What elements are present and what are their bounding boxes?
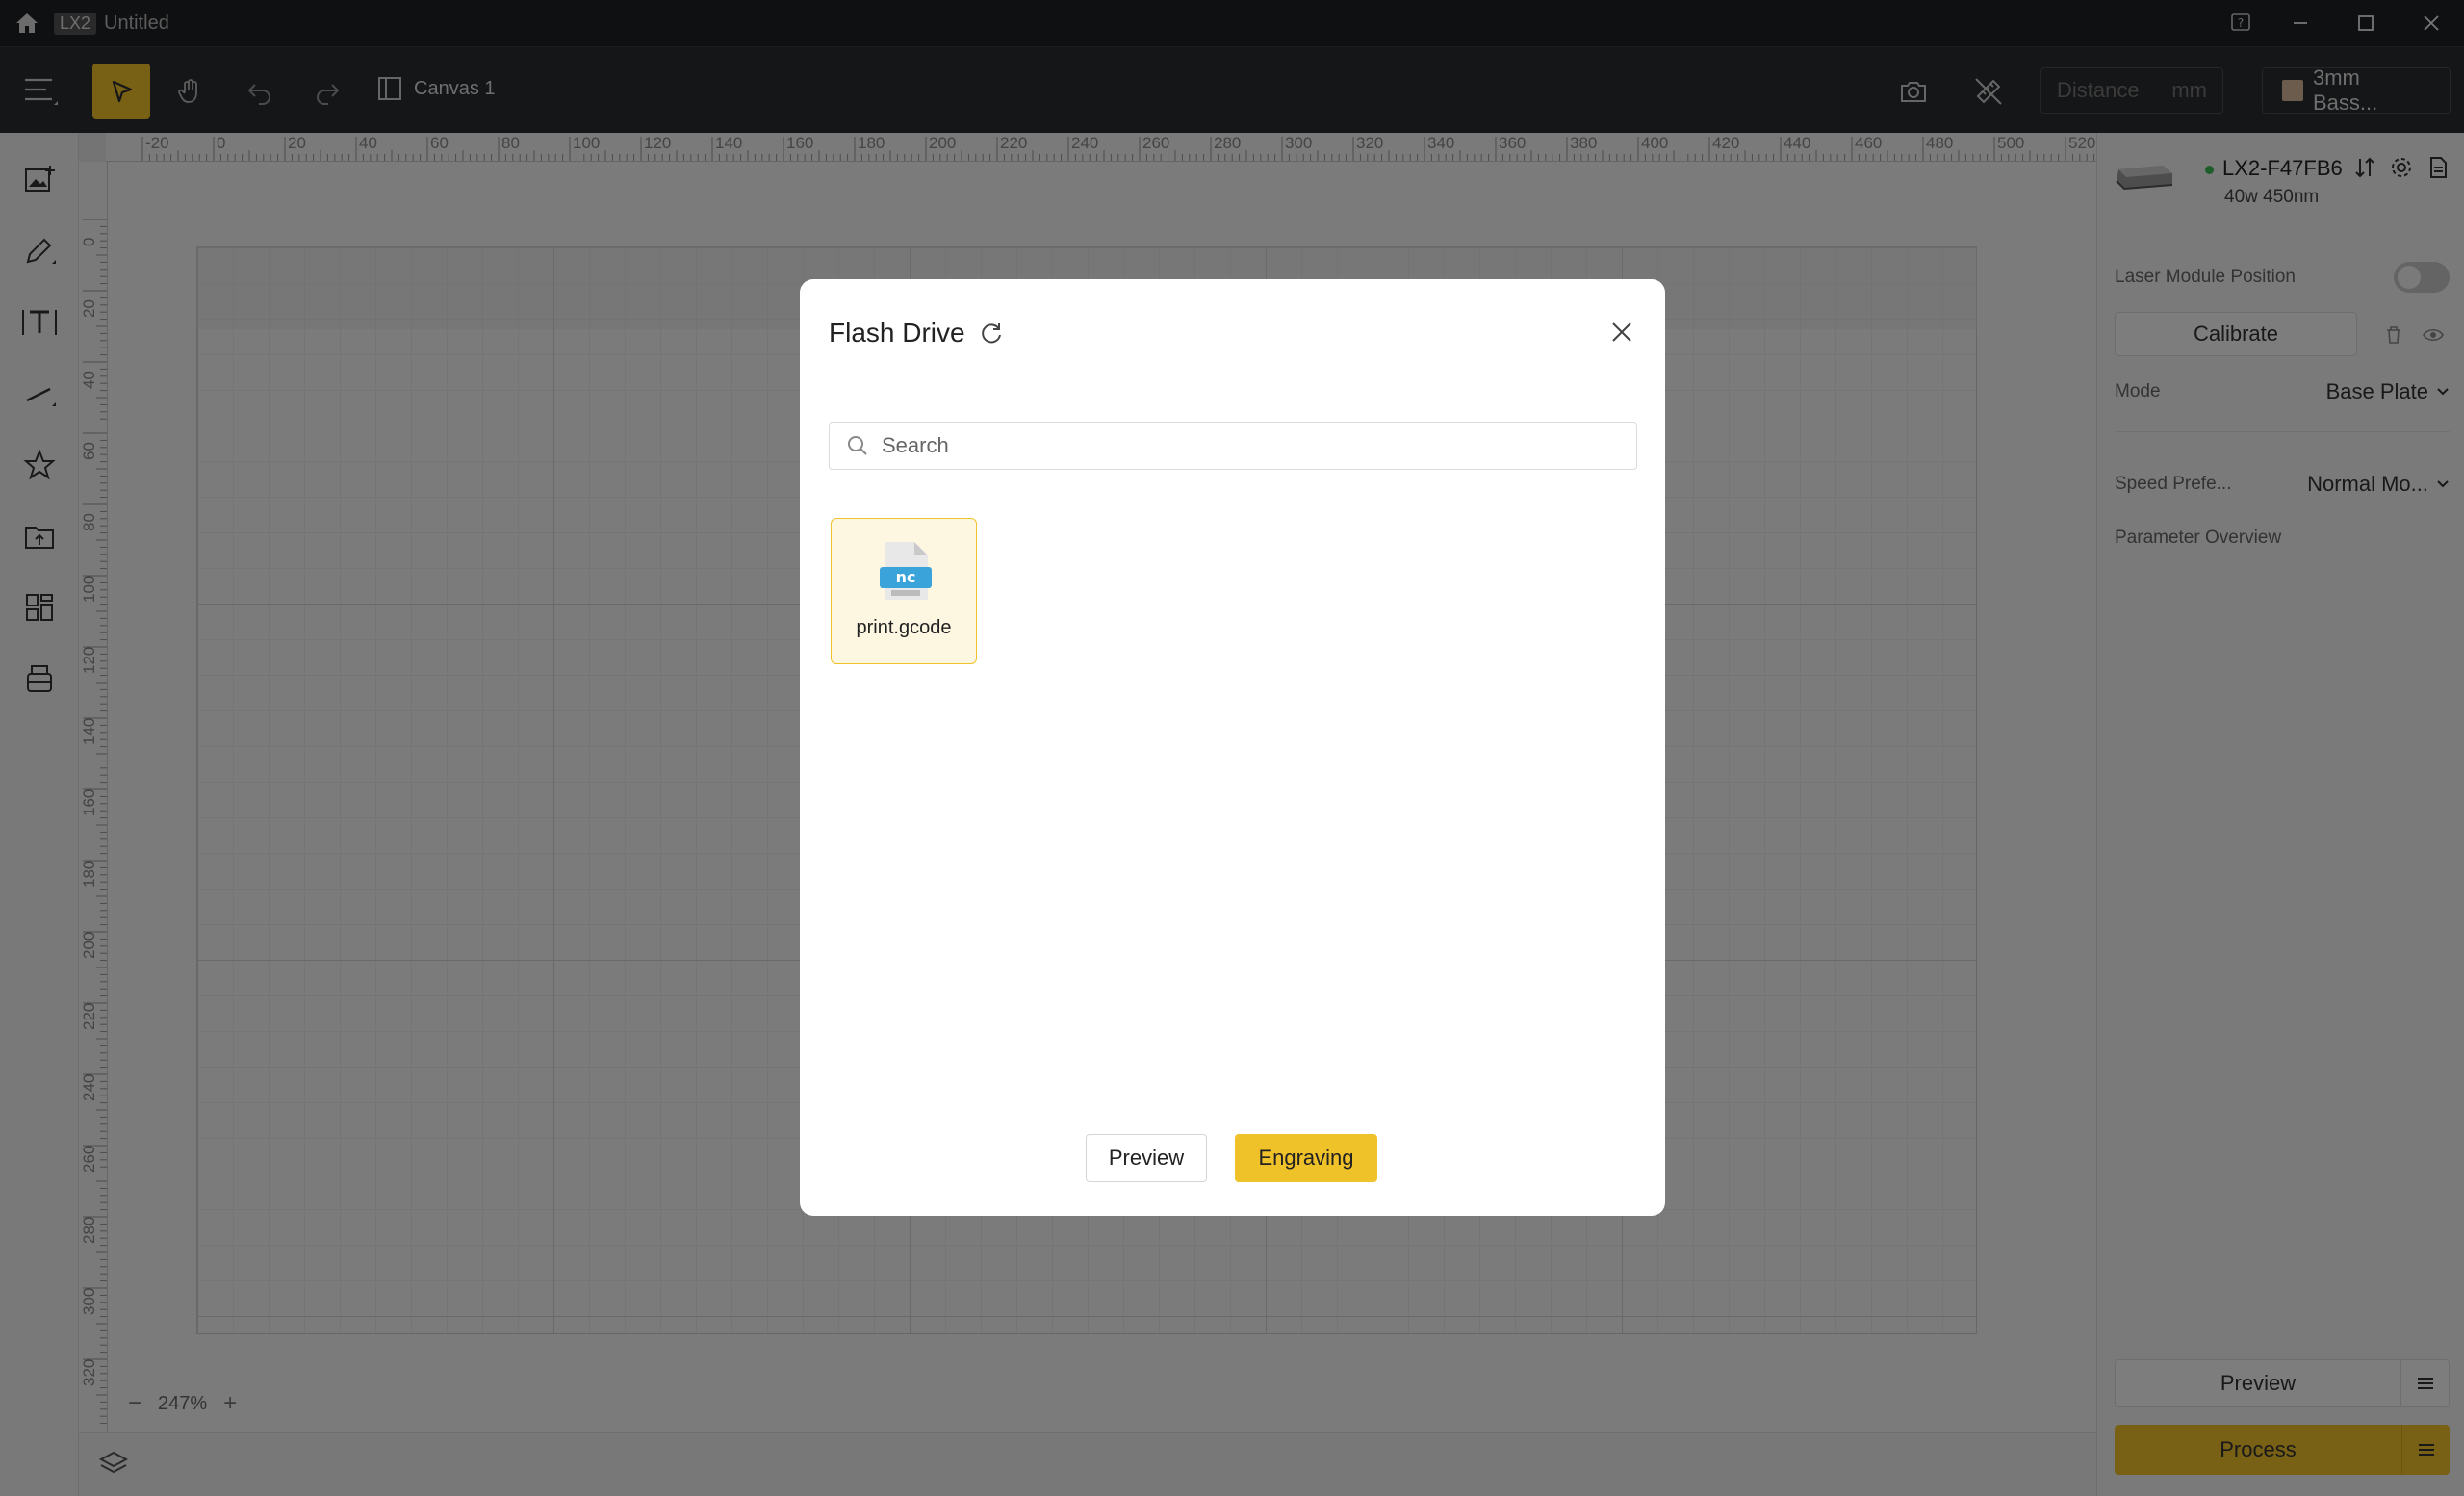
gcode-file-icon: nc <box>880 542 932 600</box>
search-icon <box>848 436 867 455</box>
search-input[interactable] <box>882 433 1613 458</box>
refresh-icon[interactable] <box>979 321 1004 346</box>
file-name: print.gcode <box>856 617 952 638</box>
file-item[interactable]: nc print.gcode <box>831 518 977 664</box>
dialog-title: Flash Drive <box>829 318 965 348</box>
engraving-button[interactable]: Engraving <box>1235 1134 1377 1182</box>
close-icon[interactable] <box>1607 318 1636 347</box>
file-type-label: nc <box>896 568 916 586</box>
search-field <box>829 422 1637 470</box>
dialog-header: Flash Drive <box>829 318 1004 348</box>
preview-button[interactable]: Preview <box>1086 1134 1207 1182</box>
flash-drive-dialog: Flash Drive nc print.gcode Preview Engra… <box>800 279 1665 1216</box>
